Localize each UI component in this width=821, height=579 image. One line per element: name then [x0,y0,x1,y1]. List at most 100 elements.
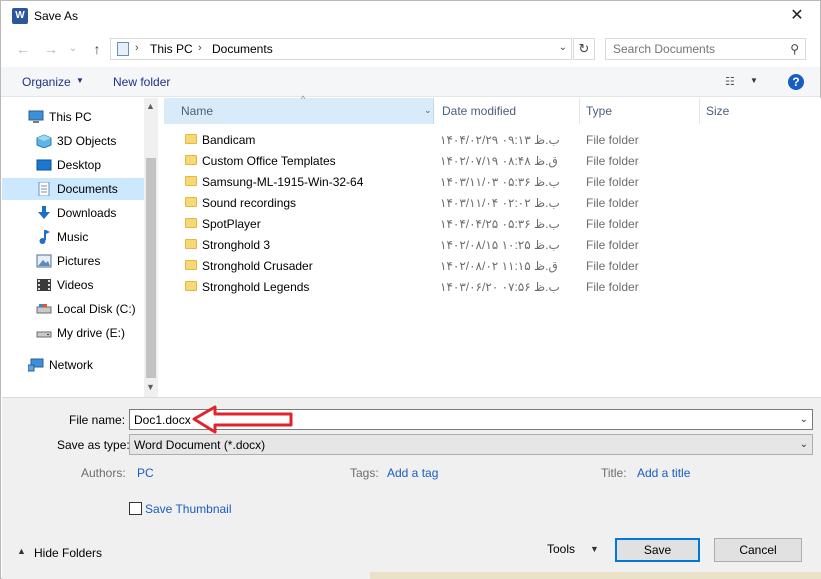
back-button[interactable]: ← [13,41,33,57]
cancel-button[interactable]: Cancel [714,538,802,562]
title-field[interactable]: Add a title [637,466,690,480]
sidebar-item-downloads[interactable]: Downloads [2,202,144,224]
file-date: ۱۴۰۳/۰۶/۲۰ ب.ظ ۰۷:۵۶ [440,280,560,294]
scroll-down-arrow-icon[interactable]: ▼ [146,382,155,392]
table-row[interactable]: Sound recordings ۱۴۰۳/۱۱/۰۴ ب.ظ ۰۲:۰۲ Fi… [164,192,821,213]
save-as-type-select[interactable]: Word Document (*.docx) ⌄ [129,434,813,455]
view-options-icon[interactable]: ☷ [725,75,735,88]
background-window-strip [370,572,821,579]
scroll-up-arrow-icon[interactable]: ▲ [146,101,155,111]
file-date: ۱۴۰۲/۰۸/۱۵ ب.ظ ۱۰:۲۵ [440,238,560,252]
title-bar: W Save As ✕ [1,1,820,32]
column-divider[interactable] [699,98,700,124]
help-icon[interactable]: ? [788,74,804,90]
search-box[interactable]: ⚲ [605,38,806,60]
sidebar-item-videos[interactable]: Videos [2,274,144,296]
sidebar-item-label: Documents [57,182,118,196]
save-thumbnail-label[interactable]: Save Thumbnail [145,502,232,516]
folder-icon [185,239,197,249]
sidebar-item-label: Downloads [57,206,117,220]
address-bar[interactable]: › This PC › Documents ⌄ [110,38,572,60]
sidebar-item-documents[interactable]: Documents [2,178,144,200]
table-row[interactable]: Samsung-ML-1915-Win-32-64 ۱۴۰۳/۱۱/۰۳ ب.ظ… [164,171,821,192]
search-input[interactable] [607,40,782,58]
sidebar-item-network[interactable]: Network [2,354,144,376]
new-folder-button[interactable]: New folder [113,75,170,89]
search-icon[interactable]: ⚲ [790,42,799,56]
close-button[interactable]: ✕ [774,1,820,32]
breadcrumb-separator[interactable]: › [198,42,202,54]
table-row[interactable]: Stronghold Crusader ۱۴۰۲/۰۸/۰۲ ق.ظ ۱۱:۱۵… [164,255,821,276]
authors-field[interactable]: PC [137,466,154,480]
breadcrumb-separator[interactable]: › [135,42,139,54]
file-name: Bandicam [202,133,256,147]
table-row[interactable]: Bandicam ۱۴۰۴/۰۲/۲۹ ب.ظ ۰۹:۱۳ File folde… [164,129,821,150]
music-icon [39,230,50,244]
file-name: Samsung-ML-1915-Win-32-64 [202,175,364,189]
column-header-type[interactable]: Type [586,104,612,118]
column-filter-chevron-icon[interactable]: ⌄ [424,105,432,116]
forward-button[interactable]: → [41,41,61,57]
file-type: File folder [586,238,639,252]
sidebar-item-music[interactable]: Music [2,226,144,248]
tags-field[interactable]: Add a tag [387,466,438,480]
column-header-size[interactable]: Size [706,104,729,118]
table-row[interactable]: Stronghold 3 ۱۴۰۲/۰۸/۱۵ ب.ظ ۱۰:۲۵ File f… [164,234,821,255]
title-label: Title: [601,466,627,480]
file-type: File folder [586,196,639,210]
file-date: ۱۴۰۳/۱۱/۰۴ ب.ظ ۰۲:۰۲ [440,196,560,210]
nav-scrollbar-thumb[interactable] [146,158,156,378]
file-date: ۱۴۰۴/۰۴/۲۵ ب.ظ ۰۵:۳۶ [440,217,560,231]
desktop-icon [36,159,52,171]
sidebar-item-my-drive-e[interactable]: My drive (E:) [2,322,144,344]
table-row[interactable]: SpotPlayer ۱۴۰۴/۰۴/۲۵ ب.ظ ۰۵:۳۶ File fol… [164,213,821,234]
hide-folders-chevron-icon[interactable]: ▲ [17,546,26,556]
recent-locations-button[interactable]: ⌄ [63,41,83,57]
drive-icon [36,331,52,338]
sidebar-item-label: Local Disk (C:) [57,302,136,316]
file-name: Stronghold Legends [202,280,310,294]
refresh-button[interactable]: ↻ [573,38,595,60]
column-divider[interactable] [579,98,580,124]
sidebar-item-3d-objects[interactable]: 3D Objects [2,130,144,152]
table-row[interactable]: Custom Office Templates ۱۴۰۲/۰۷/۱۹ ق.ظ ۰… [164,150,821,171]
up-button[interactable]: ↑ [87,41,107,57]
file-name: SpotPlayer [202,217,261,231]
file-name-dropdown-icon[interactable]: ⌄ [800,414,808,425]
folder-icon [185,155,197,165]
hide-folders-button[interactable]: Hide Folders [34,546,102,560]
dialog-title: Save As [34,9,79,23]
table-row[interactable]: Stronghold Legends ۱۴۰۳/۰۶/۲۰ ب.ظ ۰۷:۵۶ … [164,276,821,297]
file-date: ۱۴۰۲/۰۸/۰۲ ق.ظ ۱۱:۱۵ [440,259,558,273]
column-header-name-label[interactable]: Name [181,104,213,118]
column-header-date-modified[interactable]: Date modified [442,104,516,118]
tools-dropdown-icon[interactable]: ▼ [590,544,599,554]
file-type: File folder [586,280,639,294]
file-type: File folder [586,217,639,231]
sidebar-item-local-disk-c[interactable]: Local Disk (C:) [2,298,144,320]
sidebar-item-pictures[interactable]: Pictures [2,250,144,272]
breadcrumb-this-pc[interactable]: This PC [150,42,193,56]
organize-button[interactable]: Organize [22,75,71,89]
annotation-arrow-icon [192,405,293,434]
breadcrumb-documents[interactable]: Documents [212,42,273,56]
file-date: ۱۴۰۳/۱۱/۰۳ ب.ظ ۰۵:۳۶ [440,175,560,189]
view-dropdown-icon[interactable]: ▼ [750,76,758,85]
network-icon [28,358,44,372]
tags-label: Tags: [350,466,379,480]
save-button[interactable]: Save [615,538,700,562]
save-thumbnail-checkbox[interactable] [129,502,142,515]
folder-icon [185,281,197,291]
word-app-icon: W [12,8,28,24]
sort-ascending-icon: ^ [301,94,306,104]
sidebar-item-desktop[interactable]: Desktop [2,154,144,176]
file-date: ۱۴۰۴/۰۲/۲۹ ب.ظ ۰۹:۱۳ [440,133,560,147]
sidebar-item-this-pc[interactable]: This PC [2,106,144,128]
tools-button[interactable]: Tools [547,542,575,556]
folder-icon [185,134,197,144]
organize-dropdown-icon[interactable]: ▼ [76,76,84,85]
file-type: File folder [586,259,639,273]
computer-icon [28,110,44,123]
address-dropdown-icon[interactable]: ⌄ [559,42,567,53]
save-as-type-dropdown-icon[interactable]: ⌄ [800,439,808,450]
